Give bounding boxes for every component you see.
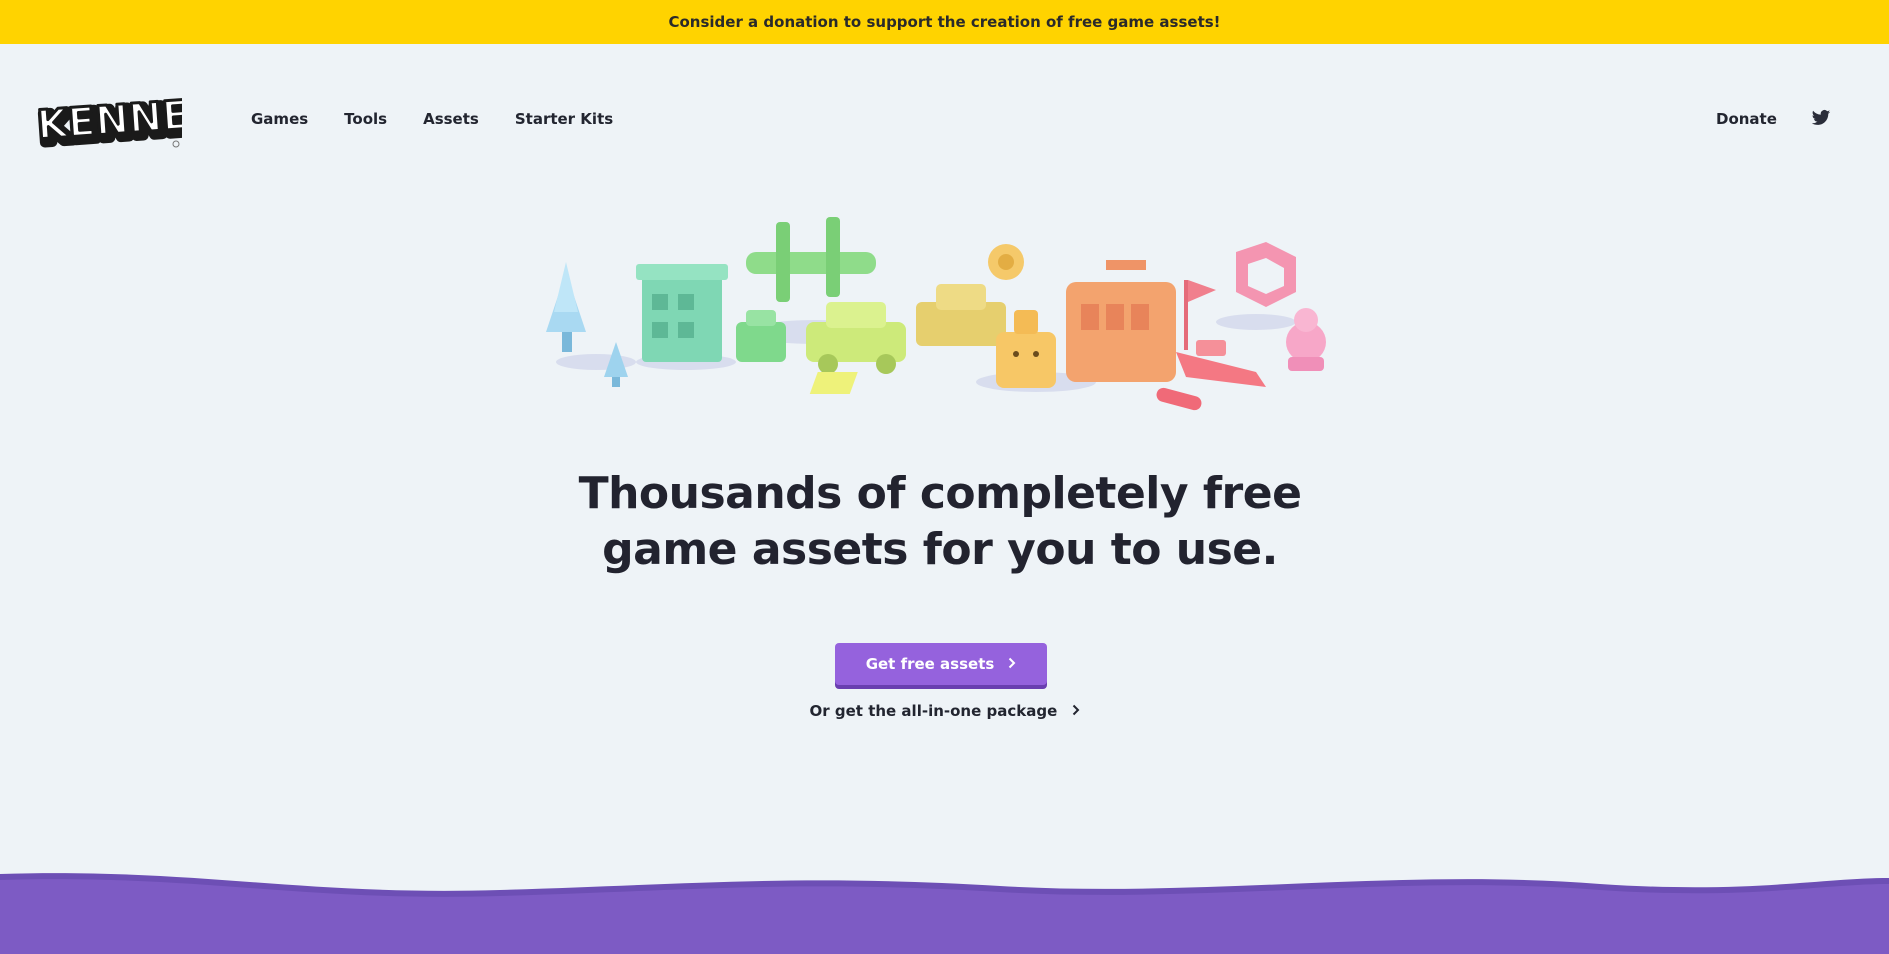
car-asset (806, 302, 906, 374)
tram-asset (1066, 260, 1176, 382)
main-nav: Games Tools Assets Starter Kits (251, 110, 649, 128)
skateboard-asset (1156, 387, 1202, 411)
headline-line-2: game assets for you to use. (602, 524, 1278, 575)
svg-text:KENNEY: KENNEY (35, 92, 182, 149)
nav-games[interactable]: Games (251, 110, 308, 128)
coin-asset (988, 244, 1024, 280)
nav-tools[interactable]: Tools (344, 110, 387, 128)
pink-creature-asset (1286, 308, 1326, 371)
tank-asset (916, 284, 1006, 346)
twitter-icon[interactable] (1811, 108, 1831, 128)
cube-asset (1236, 242, 1296, 307)
nav-starter-kits[interactable]: Starter Kits (515, 110, 613, 128)
robot-asset (736, 310, 786, 362)
donation-banner[interactable]: Consider a donation to support the creat… (0, 0, 1889, 44)
page-title: Thousands of completely free game assets… (440, 466, 1440, 578)
donate-link[interactable]: Donate (1716, 110, 1777, 128)
get-free-assets-button[interactable]: Get free assets (835, 643, 1047, 685)
headline-line-1: Thousands of completely free (578, 468, 1302, 519)
hero-assets-illustration (536, 212, 1342, 426)
footer-wave (0, 868, 1889, 954)
pallet-asset (809, 372, 858, 394)
get-free-assets-label: Get free assets (865, 655, 995, 673)
flag-asset (1184, 280, 1216, 350)
building-asset (636, 264, 728, 362)
chevron-right-icon (1008, 655, 1016, 673)
all-in-one-package-label: Or get the all-in-one package (809, 702, 1058, 720)
kenney-logo-image: KENNEY KENNEY (34, 89, 229, 158)
all-in-one-package-link[interactable]: Or get the all-in-one package (790, 702, 1100, 724)
donation-banner-text[interactable]: Consider a donation to support the creat… (668, 13, 1220, 31)
nav-assets[interactable]: Assets (423, 110, 479, 128)
site-header: KENNEY KENNEY Games Tools Assets Starter… (0, 44, 1889, 192)
kenney-logo[interactable]: KENNEY KENNEY (34, 89, 229, 158)
boat-asset (1176, 340, 1266, 387)
plane-asset (746, 217, 876, 302)
chevron-right-icon (1072, 702, 1080, 720)
